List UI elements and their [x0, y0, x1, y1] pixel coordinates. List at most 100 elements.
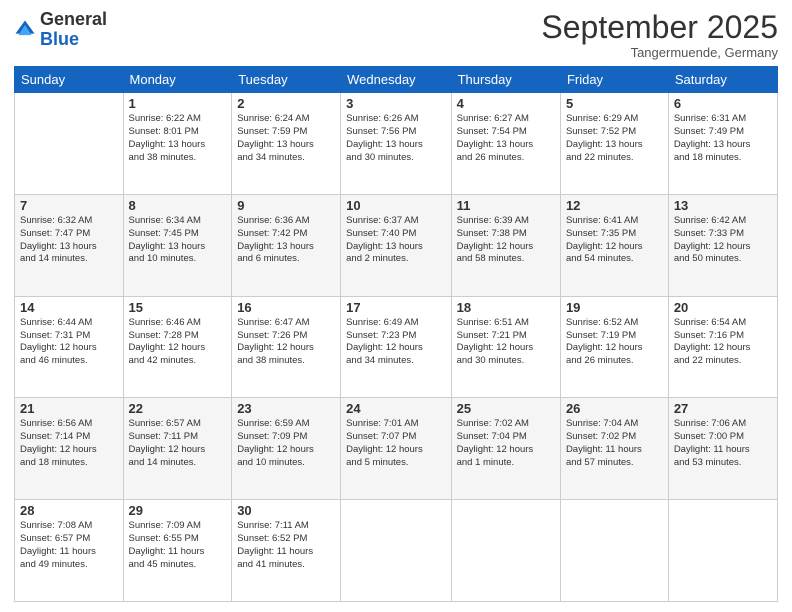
table-row	[668, 500, 777, 602]
calendar-header-row: Sunday Monday Tuesday Wednesday Thursday…	[15, 67, 778, 93]
table-row: 13 Sunrise: 6:42 AM Sunset: 7:33 PM Dayli…	[668, 194, 777, 296]
col-friday: Friday	[560, 67, 668, 93]
day-number: 24	[346, 401, 445, 416]
day-number: 1	[129, 96, 227, 111]
cell-info: Sunrise: 6:36 AM Sunset: 7:42 PM Dayligh…	[237, 215, 335, 266]
table-row: 6 Sunrise: 6:31 AM Sunset: 7:49 PM Daylig…	[668, 93, 777, 195]
table-row: 16 Sunrise: 6:47 AM Sunset: 7:26 PM Dayli…	[232, 296, 341, 398]
table-row	[560, 500, 668, 602]
calendar-week-row: 28 Sunrise: 7:08 AM Sunset: 6:57 PM Dayli…	[15, 500, 778, 602]
table-row: 12Sunrise: 6:41 AM Sunset: 7:35 PM Dayli…	[560, 194, 668, 296]
table-row	[341, 500, 451, 602]
day-number: 21	[20, 401, 118, 416]
cell-info: Sunrise: 6:52 AM Sunset: 7:19 PM Dayligh…	[566, 317, 663, 368]
cell-info: Sunrise: 7:01 AM Sunset: 7:07 PM Dayligh…	[346, 418, 445, 469]
table-row: 19 Sunrise: 6:52 AM Sunset: 7:19 PM Dayli…	[560, 296, 668, 398]
header: General Blue September 2025 Tangermuende…	[14, 10, 778, 60]
calendar-table: Sunday Monday Tuesday Wednesday Thursday…	[14, 66, 778, 602]
table-row: 15 Sunrise: 6:46 AM Sunset: 7:28 PM Dayli…	[123, 296, 232, 398]
table-row: 29Sunrise: 7:09 AM Sunset: 6:55 PM Dayli…	[123, 500, 232, 602]
cell-info: Sunrise: 7:11 AM Sunset: 6:52 PM Dayligh…	[237, 520, 335, 571]
cell-info: Sunrise: 7:09 AM Sunset: 6:55 PM Dayligh…	[129, 520, 227, 571]
cell-info: Sunrise: 7:08 AM Sunset: 6:57 PM Dayligh…	[20, 520, 118, 571]
cell-info: Sunrise: 6:57 AM Sunset: 7:11 PM Dayligh…	[129, 418, 227, 469]
day-number: 12	[566, 198, 663, 213]
day-number: 2	[237, 96, 335, 111]
day-number: 8	[129, 198, 227, 213]
table-row: 3Sunrise: 6:26 AM Sunset: 7:56 PM Daylig…	[341, 93, 451, 195]
table-row: 28 Sunrise: 7:08 AM Sunset: 6:57 PM Dayli…	[15, 500, 124, 602]
day-number: 15	[129, 300, 227, 315]
day-number: 25	[457, 401, 555, 416]
cell-info: Sunrise: 6:42 AM Sunset: 7:33 PM Dayligh…	[674, 215, 772, 266]
cell-info: Sunrise: 6:51 AM Sunset: 7:21 PM Dayligh…	[457, 317, 555, 368]
page: General Blue September 2025 Tangermuende…	[0, 0, 792, 612]
table-row: 11 Sunrise: 6:39 AM Sunset: 7:38 PM Dayli…	[451, 194, 560, 296]
cell-info: Sunrise: 7:02 AM Sunset: 7:04 PM Dayligh…	[457, 418, 555, 469]
table-row: 30 Sunrise: 7:11 AM Sunset: 6:52 PM Dayli…	[232, 500, 341, 602]
location-subtitle: Tangermuende, Germany	[541, 45, 778, 60]
day-number: 6	[674, 96, 772, 111]
calendar-week-row: 21 Sunrise: 6:56 AM Sunset: 7:14 PM Dayli…	[15, 398, 778, 500]
day-number: 27	[674, 401, 772, 416]
day-number: 14	[20, 300, 118, 315]
col-sunday: Sunday	[15, 67, 124, 93]
day-number: 26	[566, 401, 663, 416]
cell-info: Sunrise: 6:46 AM Sunset: 7:28 PM Dayligh…	[129, 317, 227, 368]
cell-info: Sunrise: 6:56 AM Sunset: 7:14 PM Dayligh…	[20, 418, 118, 469]
day-number: 7	[20, 198, 118, 213]
col-thursday: Thursday	[451, 67, 560, 93]
calendar-week-row: 14Sunrise: 6:44 AM Sunset: 7:31 PM Dayli…	[15, 296, 778, 398]
table-row: 8Sunrise: 6:34 AM Sunset: 7:45 PM Daylig…	[123, 194, 232, 296]
day-number: 20	[674, 300, 772, 315]
day-number: 16	[237, 300, 335, 315]
cell-info: Sunrise: 6:32 AM Sunset: 7:47 PM Dayligh…	[20, 215, 118, 266]
table-row: 27 Sunrise: 7:06 AM Sunset: 7:00 PM Dayli…	[668, 398, 777, 500]
logo-icon	[14, 19, 36, 41]
table-row: 24 Sunrise: 7:01 AM Sunset: 7:07 PM Dayli…	[341, 398, 451, 500]
cell-info: Sunrise: 6:49 AM Sunset: 7:23 PM Dayligh…	[346, 317, 445, 368]
calendar-week-row: 7 Sunrise: 6:32 AM Sunset: 7:47 PM Daylig…	[15, 194, 778, 296]
day-number: 13	[674, 198, 772, 213]
table-row: 10 Sunrise: 6:37 AM Sunset: 7:40 PM Dayli…	[341, 194, 451, 296]
cell-info: Sunrise: 6:22 AM Sunset: 8:01 PM Dayligh…	[129, 113, 227, 164]
day-number: 9	[237, 198, 335, 213]
table-row: 22Sunrise: 6:57 AM Sunset: 7:11 PM Dayli…	[123, 398, 232, 500]
table-row: 21 Sunrise: 6:56 AM Sunset: 7:14 PM Dayli…	[15, 398, 124, 500]
day-number: 30	[237, 503, 335, 518]
table-row: 20 Sunrise: 6:54 AM Sunset: 7:16 PM Dayli…	[668, 296, 777, 398]
table-row: 23Sunrise: 6:59 AM Sunset: 7:09 PM Dayli…	[232, 398, 341, 500]
day-number: 10	[346, 198, 445, 213]
table-row: 9 Sunrise: 6:36 AM Sunset: 7:42 PM Daylig…	[232, 194, 341, 296]
day-number: 28	[20, 503, 118, 518]
day-number: 11	[457, 198, 555, 213]
table-row: 4 Sunrise: 6:27 AM Sunset: 7:54 PM Daylig…	[451, 93, 560, 195]
table-row: 18Sunrise: 6:51 AM Sunset: 7:21 PM Dayli…	[451, 296, 560, 398]
title-block: September 2025 Tangermuende, Germany	[541, 10, 778, 60]
day-number: 4	[457, 96, 555, 111]
cell-info: Sunrise: 6:37 AM Sunset: 7:40 PM Dayligh…	[346, 215, 445, 266]
col-wednesday: Wednesday	[341, 67, 451, 93]
col-monday: Monday	[123, 67, 232, 93]
cell-info: Sunrise: 6:24 AM Sunset: 7:59 PM Dayligh…	[237, 113, 335, 164]
table-row: 25 Sunrise: 7:02 AM Sunset: 7:04 PM Dayli…	[451, 398, 560, 500]
cell-info: Sunrise: 6:39 AM Sunset: 7:38 PM Dayligh…	[457, 215, 555, 266]
logo-blue: Blue	[40, 29, 79, 49]
cell-info: Sunrise: 6:31 AM Sunset: 7:49 PM Dayligh…	[674, 113, 772, 164]
table-row	[15, 93, 124, 195]
cell-info: Sunrise: 7:06 AM Sunset: 7:00 PM Dayligh…	[674, 418, 772, 469]
table-row	[451, 500, 560, 602]
day-number: 19	[566, 300, 663, 315]
table-row: 1 Sunrise: 6:22 AM Sunset: 8:01 PM Daylig…	[123, 93, 232, 195]
cell-info: Sunrise: 6:47 AM Sunset: 7:26 PM Dayligh…	[237, 317, 335, 368]
calendar-week-row: 1 Sunrise: 6:22 AM Sunset: 8:01 PM Daylig…	[15, 93, 778, 195]
logo: General Blue	[14, 10, 107, 50]
table-row: 17Sunrise: 6:49 AM Sunset: 7:23 PM Dayli…	[341, 296, 451, 398]
table-row: 14Sunrise: 6:44 AM Sunset: 7:31 PM Dayli…	[15, 296, 124, 398]
day-number: 5	[566, 96, 663, 111]
cell-info: Sunrise: 6:26 AM Sunset: 7:56 PM Dayligh…	[346, 113, 445, 164]
logo-text: General Blue	[40, 10, 107, 50]
cell-info: Sunrise: 7:04 AM Sunset: 7:02 PM Dayligh…	[566, 418, 663, 469]
cell-info: Sunrise: 6:54 AM Sunset: 7:16 PM Dayligh…	[674, 317, 772, 368]
cell-info: Sunrise: 6:27 AM Sunset: 7:54 PM Dayligh…	[457, 113, 555, 164]
